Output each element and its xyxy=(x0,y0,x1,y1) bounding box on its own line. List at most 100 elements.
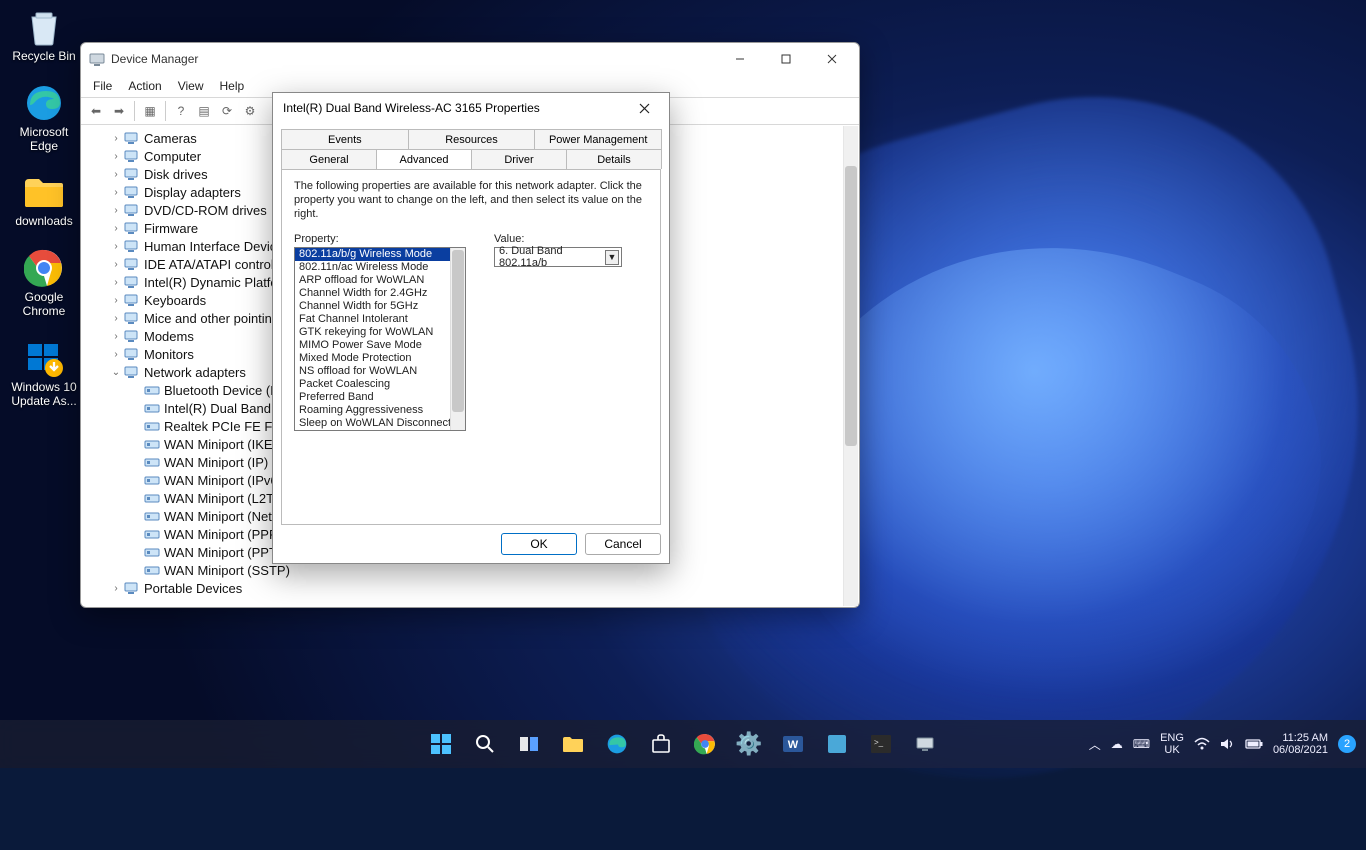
tab-events[interactable]: Events xyxy=(281,129,409,149)
toolbar-show-hide-icon[interactable]: ▦ xyxy=(139,100,161,122)
store-icon[interactable] xyxy=(641,724,681,764)
tab-advanced[interactable]: Advanced xyxy=(376,149,472,169)
menu-help[interactable]: Help xyxy=(212,77,253,95)
settings-icon[interactable]: ⚙️ xyxy=(729,724,769,764)
chevron-right-icon[interactable]: › xyxy=(109,295,123,306)
desktop-icon-chrome[interactable]: Google Chrome xyxy=(6,247,82,319)
desktop-icons: Recycle Bin Microsoft Edge downloads Goo… xyxy=(6,6,82,408)
onedrive-icon[interactable]: ☁ xyxy=(1111,737,1123,751)
property-list-item[interactable]: MIMO Power Save Mode xyxy=(295,339,465,352)
property-list-item[interactable]: GTK rekeying for WoWLAN xyxy=(295,326,465,339)
desktop-icon-recycle-bin[interactable]: Recycle Bin xyxy=(6,6,82,64)
dialog-titlebar[interactable]: Intel(R) Dual Band Wireless-AC 3165 Prop… xyxy=(273,93,669,123)
chevron-right-icon[interactable]: › xyxy=(109,331,123,342)
chevron-right-icon[interactable]: › xyxy=(109,583,123,594)
property-list-item[interactable]: Preferred Band xyxy=(295,391,465,404)
toolbar-forward-icon[interactable]: ➡ xyxy=(108,100,130,122)
desktop-icon-label: downloads xyxy=(15,215,72,229)
properties-dialog: Intel(R) Dual Band Wireless-AC 3165 Prop… xyxy=(272,92,670,564)
language-indicator[interactable]: ENG UK xyxy=(1160,732,1184,756)
property-list-item[interactable]: ARP offload for WoWLAN xyxy=(295,274,465,287)
network-adapter-icon xyxy=(143,526,161,542)
property-list-item[interactable]: Mixed Mode Protection xyxy=(295,352,465,365)
desktop-icon-win-update[interactable]: Windows 10 Update As... xyxy=(6,337,82,409)
property-list-item[interactable]: Packet Coalescing xyxy=(295,378,465,391)
toolbar-back-icon[interactable]: ⬅ xyxy=(85,100,107,122)
tree-node-label: Network adapters xyxy=(144,365,246,380)
app-icon[interactable] xyxy=(817,724,857,764)
battery-icon[interactable] xyxy=(1245,738,1263,750)
property-list-item[interactable]: 802.11a/b/g Wireless Mode xyxy=(295,248,465,261)
toolbar-properties-icon[interactable]: ▤ xyxy=(193,100,215,122)
terminal-icon[interactable]: >_ xyxy=(861,724,901,764)
chevron-right-icon[interactable]: › xyxy=(109,259,123,270)
chevron-right-icon[interactable]: › xyxy=(109,133,123,144)
start-button[interactable] xyxy=(421,724,461,764)
property-list-item[interactable]: 802.11n/ac Wireless Mode xyxy=(295,261,465,274)
wifi-icon[interactable] xyxy=(1194,737,1210,751)
ok-button[interactable]: OK xyxy=(501,533,577,555)
toolbar-help-icon[interactable]: ? xyxy=(170,100,192,122)
tab-power-management[interactable]: Power Management xyxy=(534,129,662,149)
chevron-right-icon[interactable]: › xyxy=(109,169,123,180)
volume-icon[interactable] xyxy=(1220,737,1235,751)
tray-chevron-up-icon[interactable]: ︿ xyxy=(1089,736,1101,753)
listbox-scrollbar[interactable] xyxy=(450,248,465,430)
chrome-taskbar-icon[interactable] xyxy=(685,724,725,764)
chevron-right-icon[interactable]: › xyxy=(109,277,123,288)
chevron-right-icon[interactable]: › xyxy=(109,313,123,324)
notification-badge[interactable]: 2 xyxy=(1338,735,1356,753)
taskbar-right: ︿ ☁ ⌨ ENG UK 11:25 AM 06/08/2021 2 xyxy=(1089,732,1366,756)
clock[interactable]: 11:25 AM 06/08/2021 xyxy=(1273,732,1328,756)
tree-node-label: Human Interface Device xyxy=(144,239,283,254)
toolbar-scan-icon[interactable]: ⟳ xyxy=(216,100,238,122)
menu-action[interactable]: Action xyxy=(120,77,169,95)
network-adapter-icon xyxy=(143,562,161,578)
desktop-icon-edge[interactable]: Microsoft Edge xyxy=(6,82,82,154)
menu-view[interactable]: View xyxy=(170,77,212,95)
tab-driver[interactable]: Driver xyxy=(471,149,567,169)
tree-node-label: Display adapters xyxy=(144,185,241,200)
desktop-icon-downloads[interactable]: downloads xyxy=(6,171,82,229)
task-view-icon[interactable] xyxy=(509,724,549,764)
chevron-right-icon[interactable]: › xyxy=(109,349,123,360)
word-icon[interactable]: W xyxy=(773,724,813,764)
close-button[interactable] xyxy=(809,45,855,73)
device-manager-taskbar-icon[interactable] xyxy=(905,724,945,764)
titlebar[interactable]: Device Manager xyxy=(81,43,859,75)
tree-node-label: WAN Miniport (IP) xyxy=(164,455,268,470)
svg-text:W: W xyxy=(788,739,799,751)
file-explorer-icon[interactable] xyxy=(553,724,593,764)
taskbar: ⚙️ W >_ ︿ ☁ ⌨ ENG UK 11:25 AM 06/08/2021… xyxy=(0,720,1366,768)
property-listbox[interactable]: 802.11a/b/g Wireless Mode802.11n/ac Wire… xyxy=(294,247,466,431)
value-dropdown[interactable]: 6. Dual Band 802.11a/b ▼ xyxy=(494,247,622,267)
menu-file[interactable]: File xyxy=(85,77,120,95)
keyboard-icon[interactable]: ⌨ xyxy=(1133,737,1150,751)
maximize-button[interactable] xyxy=(763,45,809,73)
property-list-item[interactable]: Roaming Aggressiveness xyxy=(295,404,465,417)
chevron-right-icon[interactable]: › xyxy=(109,241,123,252)
chevron-right-icon[interactable]: › xyxy=(109,223,123,234)
property-list-item[interactable]: NS offload for WoWLAN xyxy=(295,365,465,378)
search-icon[interactable] xyxy=(465,724,505,764)
device-category-icon xyxy=(123,166,141,182)
tab-resources[interactable]: Resources xyxy=(408,129,536,149)
dialog-close-button[interactable] xyxy=(625,95,663,121)
chevron-right-icon[interactable]: › xyxy=(109,205,123,216)
property-list-item[interactable]: Sleep on WoWLAN Disconnect xyxy=(295,417,465,430)
property-label: Property: xyxy=(294,233,466,245)
tab-general[interactable]: General xyxy=(281,149,377,169)
chevron-right-icon[interactable]: › xyxy=(109,187,123,198)
cancel-button[interactable]: Cancel xyxy=(585,533,661,555)
toolbar-update-icon[interactable]: ⚙ xyxy=(239,100,261,122)
property-list-item[interactable]: Channel Width for 2.4GHz xyxy=(295,287,465,300)
edge-taskbar-icon[interactable] xyxy=(597,724,637,764)
chevron-right-icon[interactable]: › xyxy=(109,151,123,162)
chevron-down-icon[interactable]: ⌄ xyxy=(109,367,123,378)
tree-node[interactable]: ›Portable Devices xyxy=(93,579,857,597)
property-list-item[interactable]: Channel Width for 5GHz xyxy=(295,300,465,313)
tab-details[interactable]: Details xyxy=(566,149,662,169)
property-list-item[interactable]: Fat Channel Intolerant xyxy=(295,313,465,326)
minimize-button[interactable] xyxy=(717,45,763,73)
desktop-icon-label: Google Chrome xyxy=(6,291,82,319)
